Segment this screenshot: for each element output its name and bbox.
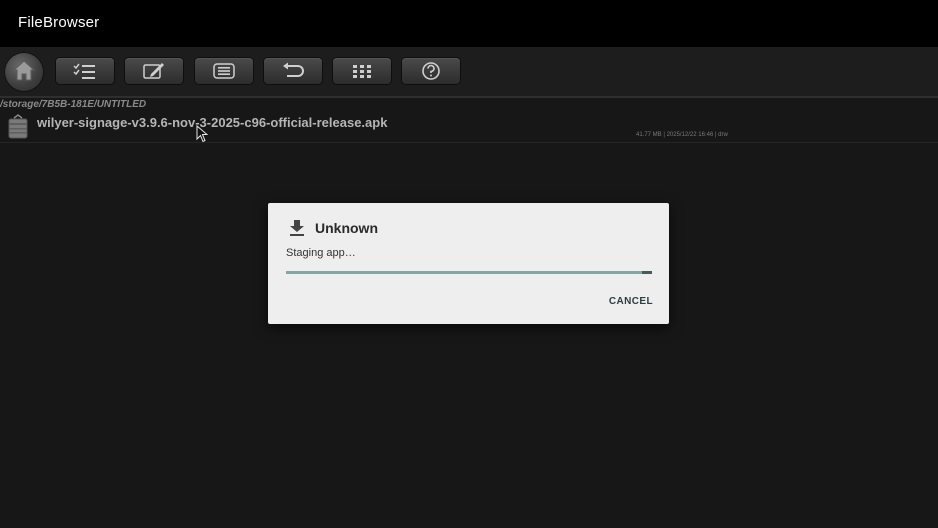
title-bar: FileBrowser xyxy=(0,0,938,47)
file-name: wilyer-signage-v3.9.6-nov-3-2025-c96-off… xyxy=(37,115,388,130)
home-button[interactable] xyxy=(4,52,44,92)
cancel-button[interactable]: CANCEL xyxy=(609,296,653,307)
select-button[interactable] xyxy=(56,58,114,84)
list-icon xyxy=(213,63,235,79)
toolbar xyxy=(0,47,938,97)
list-view-button[interactable] xyxy=(195,58,253,84)
file-meta: 41.77 MB | 2025/12/22 16:46 | drw xyxy=(636,132,728,138)
edit-icon xyxy=(143,63,164,79)
help-icon xyxy=(422,62,440,80)
current-path: /storage/7B5B-181E/UNTITLED xyxy=(0,99,147,110)
mouse-pointer-icon xyxy=(196,125,208,143)
checklist-icon xyxy=(73,63,95,79)
file-list-item[interactable]: wilyer-signage-v3.9.6-nov-3-2025-c96-off… xyxy=(0,112,938,143)
help-button[interactable] xyxy=(402,58,460,84)
grid-icon xyxy=(353,65,371,78)
progress-fill xyxy=(286,271,649,274)
home-icon xyxy=(12,60,36,81)
edit-button[interactable] xyxy=(125,58,183,84)
download-icon xyxy=(290,220,304,236)
toolbar-divider xyxy=(0,96,938,98)
undo-icon xyxy=(283,62,304,77)
progress-bar xyxy=(286,271,652,274)
apk-package-icon xyxy=(8,114,28,139)
app-title: FileBrowser xyxy=(18,14,100,31)
dialog-message: Staging app… xyxy=(286,247,356,259)
back-button[interactable] xyxy=(264,58,322,84)
dialog-title: Unknown xyxy=(315,220,378,236)
grid-view-button[interactable] xyxy=(333,58,391,84)
progress-indicator xyxy=(642,271,652,274)
install-dialog: Unknown Staging app… CANCEL xyxy=(268,203,669,324)
